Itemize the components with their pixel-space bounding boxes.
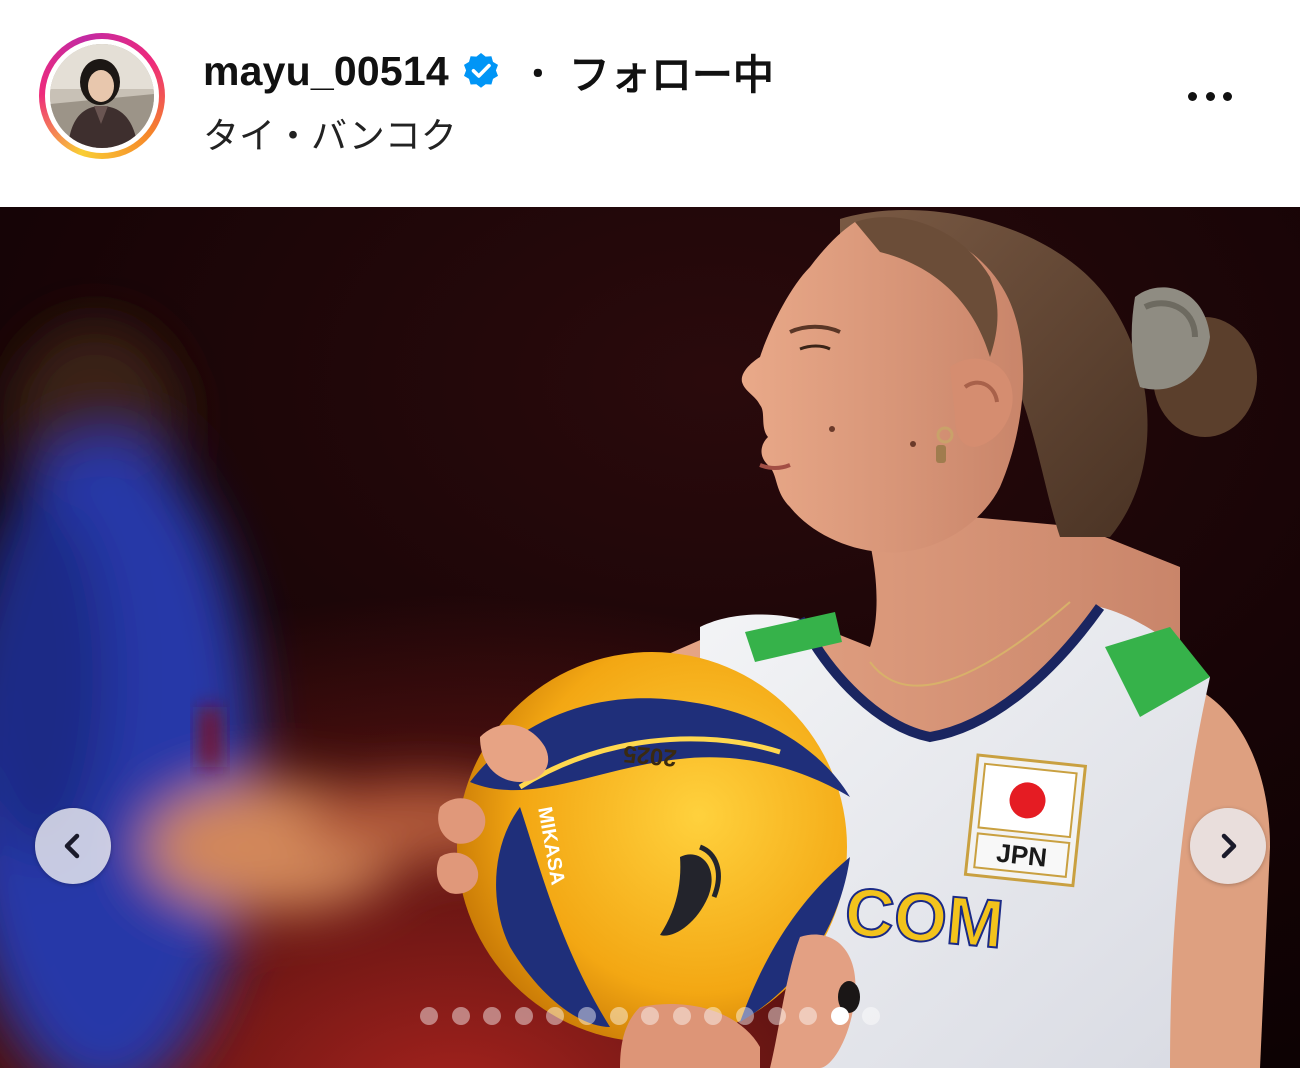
carousel-dot bbox=[862, 1007, 881, 1025]
jersey-sponsor-text: COM bbox=[842, 873, 1007, 963]
more-options-button[interactable] bbox=[1180, 80, 1240, 112]
separator-dot: ・ bbox=[520, 55, 555, 94]
carousel-dot bbox=[420, 1007, 438, 1025]
carousel-dot bbox=[704, 1007, 723, 1025]
carousel-dot bbox=[736, 1007, 754, 1025]
flag-label: JPN bbox=[995, 838, 1048, 873]
avatar[interactable] bbox=[50, 44, 154, 148]
carousel-next-button[interactable] bbox=[1190, 808, 1266, 884]
carousel-dot bbox=[672, 1007, 691, 1025]
carousel-dot bbox=[546, 1007, 565, 1025]
carousel-dot bbox=[799, 1007, 818, 1025]
carousel-dot bbox=[483, 1007, 502, 1025]
carousel-dot bbox=[514, 1007, 533, 1025]
post-photo[interactable]: JPN COM 2025 MIKASA bbox=[0, 207, 1300, 1068]
more-horizontal-icon bbox=[1188, 91, 1197, 101]
following-button[interactable]: フォロー中 bbox=[569, 41, 774, 101]
location-link[interactable]: タイ・バンコク bbox=[203, 107, 457, 159]
avatar-gap bbox=[45, 39, 159, 153]
profile-avatar-story-ring[interactable] bbox=[39, 33, 165, 159]
volleyball-player-photo: JPN COM 2025 MIKASA bbox=[0, 207, 1300, 1068]
ball-year-text: 2025 bbox=[622, 740, 678, 772]
carousel-dot bbox=[641, 1007, 660, 1025]
carousel-pagination bbox=[0, 1004, 1300, 1028]
carousel-dot bbox=[578, 1007, 596, 1025]
verified-badge-icon bbox=[461, 51, 501, 91]
carousel-dot-active bbox=[830, 1007, 849, 1025]
avatar-image bbox=[50, 44, 154, 148]
chevron-left-icon bbox=[64, 833, 80, 859]
more-horizontal-icon-dot bbox=[1223, 91, 1232, 101]
username-link[interactable]: mayu_00514 bbox=[203, 48, 449, 95]
carousel-dot bbox=[767, 1007, 786, 1025]
post-header: mayu_00514 ・ フォロー中 タイ・バンコク bbox=[0, 0, 1300, 207]
carousel-dot bbox=[609, 1007, 628, 1025]
carousel-prev-button[interactable] bbox=[35, 808, 111, 884]
user-line: mayu_00514 ・ フォロー中 bbox=[203, 46, 774, 99]
more-horizontal-icon-dot bbox=[1205, 91, 1215, 101]
carousel-dot bbox=[451, 1007, 470, 1025]
chevron-right-icon bbox=[1221, 833, 1237, 859]
